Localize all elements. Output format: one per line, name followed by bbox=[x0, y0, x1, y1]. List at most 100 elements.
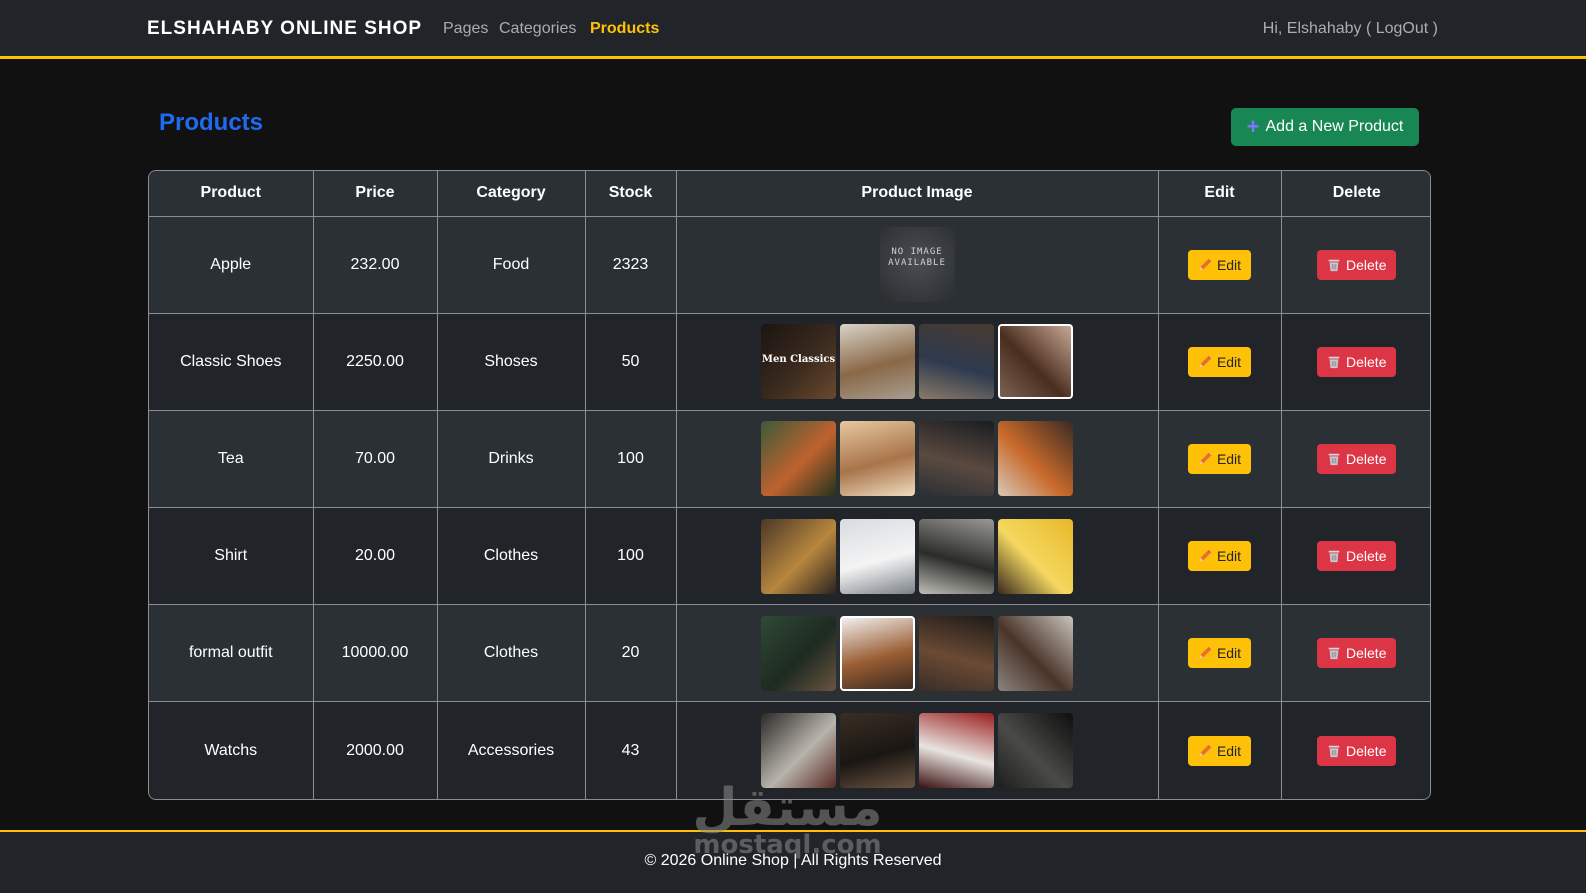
cell-delete: Delete bbox=[1280, 312, 1430, 411]
cell-stock: 100 bbox=[584, 409, 677, 508]
nav-link-categories[interactable]: Categories bbox=[499, 20, 576, 38]
cell-product: formal outfit bbox=[149, 604, 314, 703]
page-title: Products bbox=[159, 109, 264, 136]
cell-category: Clothes bbox=[436, 506, 586, 606]
delete-button[interactable]: Delete bbox=[1317, 541, 1397, 572]
edit-button[interactable]: Edit bbox=[1187, 346, 1252, 377]
cell-product: Classic Shoes bbox=[149, 312, 314, 411]
table-row: formal outfit 10000.00 Clothes 20 Edit Delete bbox=[149, 604, 1430, 703]
cell-category: Drinks bbox=[436, 409, 586, 508]
cell-product: Watchs bbox=[149, 701, 314, 799]
no-image-placeholder: NO IMAGE AVAILABLE bbox=[879, 227, 955, 303]
product-thumbnail-white-shirt[interactable] bbox=[840, 518, 915, 594]
cell-price: 70.00 bbox=[312, 409, 438, 508]
product-thumbnail-men-classics[interactable]: Men Classics bbox=[761, 324, 836, 400]
brand-logo[interactable]: ELSHAHABY ONLINE SHOP bbox=[147, 18, 422, 40]
product-thumbnail-tea-candles[interactable] bbox=[840, 421, 915, 497]
product-thumbnail-yellow-shirt[interactable] bbox=[998, 518, 1073, 594]
product-thumbnail-green-suit[interactable] bbox=[761, 615, 836, 691]
product-image-gallery bbox=[677, 421, 1158, 497]
cell-product-image bbox=[675, 506, 1159, 606]
trash-icon bbox=[1328, 453, 1340, 466]
edit-button[interactable]: Edit bbox=[1187, 735, 1252, 766]
header-product-image: Product Image bbox=[675, 171, 1159, 217]
delete-label: Delete bbox=[1346, 645, 1387, 662]
table-row: Watchs 2000.00 Accessories 43 Edit Delete bbox=[149, 701, 1430, 799]
product-thumbnail-silver-watch[interactable] bbox=[761, 713, 836, 789]
cell-product: Apple bbox=[149, 215, 314, 314]
edit-button[interactable]: Edit bbox=[1187, 443, 1252, 474]
cell-product: Tea bbox=[149, 409, 314, 508]
trash-icon bbox=[1328, 259, 1340, 271]
table-row: Classic Shoes 2250.00 Shoses 50 Men Classics… bbox=[149, 312, 1430, 411]
nav-link-pages[interactable]: Pages bbox=[443, 20, 488, 38]
add-product-button[interactable]: + Add a New Product bbox=[1231, 108, 1419, 146]
delete-button[interactable]: Delete bbox=[1317, 735, 1397, 766]
cell-stock: 50 bbox=[584, 312, 677, 411]
edit-label: Edit bbox=[1216, 548, 1242, 565]
nav-link-products[interactable]: Products bbox=[590, 20, 659, 38]
user-logout-link[interactable]: Hi, Elshahaby ( LogOut ) bbox=[1263, 20, 1438, 38]
product-thumbnail-pouring-tea[interactable] bbox=[998, 421, 1073, 497]
cell-delete: Delete bbox=[1280, 604, 1430, 703]
pencil-icon bbox=[1199, 452, 1212, 465]
product-thumbnail-brown-coat[interactable] bbox=[840, 615, 915, 691]
header-stock: Stock bbox=[584, 171, 677, 217]
cell-product-image bbox=[675, 701, 1159, 799]
trash-icon bbox=[1328, 550, 1340, 563]
delete-button[interactable]: Delete bbox=[1317, 346, 1397, 377]
product-thumbnail-walking-shoes[interactable] bbox=[919, 324, 994, 400]
cell-category: Shoses bbox=[436, 312, 586, 411]
product-thumbnail-loafer-dark[interactable] bbox=[998, 615, 1073, 691]
delete-label: Delete bbox=[1346, 256, 1387, 273]
pencil-icon bbox=[1199, 744, 1212, 756]
edit-button[interactable]: Edit bbox=[1187, 249, 1252, 280]
cell-price: 20.00 bbox=[312, 506, 438, 606]
cell-price: 232.00 bbox=[312, 215, 438, 314]
delete-button[interactable]: Delete bbox=[1317, 638, 1397, 669]
pencil-icon bbox=[1199, 258, 1212, 270]
product-thumbnail-black-watch-strap[interactable] bbox=[840, 713, 915, 789]
cell-stock: 20 bbox=[584, 604, 677, 703]
cell-category: Accessories bbox=[436, 701, 586, 799]
delete-button[interactable]: Delete bbox=[1317, 443, 1397, 474]
product-thumbnail-red-watch[interactable] bbox=[919, 713, 994, 789]
product-thumbnail-plaid-shirt[interactable] bbox=[761, 518, 836, 594]
edit-label: Edit bbox=[1216, 353, 1242, 370]
pencil-icon bbox=[1199, 549, 1212, 562]
product-thumbnail-dark-shirt[interactable] bbox=[919, 518, 994, 594]
edit-label: Edit bbox=[1216, 742, 1242, 759]
product-thumbnail-night-watch[interactable] bbox=[998, 713, 1073, 789]
product-thumbnail-tea-leaves[interactable] bbox=[761, 421, 836, 497]
cell-edit: Edit bbox=[1157, 506, 1282, 606]
plus-icon: + bbox=[1246, 114, 1260, 139]
cell-product-image bbox=[675, 409, 1159, 508]
cell-price: 2000.00 bbox=[312, 701, 438, 799]
thumbnail-caption: Men Classics bbox=[761, 354, 836, 366]
edit-label: Edit bbox=[1216, 450, 1242, 467]
product-thumbnail-watch-wrist[interactable] bbox=[919, 615, 994, 691]
cell-edit: Edit bbox=[1157, 604, 1282, 703]
no-image-line1: NO IMAGE bbox=[891, 246, 943, 257]
edit-button[interactable]: Edit bbox=[1187, 638, 1252, 669]
products-table: Product Price Category Stock Product Ima… bbox=[148, 170, 1431, 800]
table-header-row: Product Price Category Stock Product Ima… bbox=[149, 171, 1430, 217]
cell-edit: Edit bbox=[1157, 215, 1282, 314]
product-image-gallery: Men Classics bbox=[677, 324, 1158, 400]
no-image-line2: AVAILABLE bbox=[888, 257, 946, 268]
product-thumbnail-dark-tea-cups[interactable] bbox=[919, 421, 994, 497]
cell-delete: Delete bbox=[1280, 409, 1430, 508]
product-thumbnail-brown-oxford[interactable] bbox=[998, 324, 1073, 400]
header-price: Price bbox=[312, 171, 438, 217]
header-product: Product bbox=[149, 171, 314, 217]
trash-icon bbox=[1328, 356, 1340, 368]
cell-delete: Delete bbox=[1280, 701, 1430, 799]
header-delete: Delete bbox=[1280, 171, 1430, 217]
delete-button[interactable]: Delete bbox=[1317, 249, 1397, 280]
delete-label: Delete bbox=[1346, 353, 1387, 370]
product-thumbnail-loafer-shoe[interactable] bbox=[840, 324, 915, 400]
table-row: Shirt 20.00 Clothes 100 Edit Delete bbox=[149, 506, 1430, 606]
header-category: Category bbox=[436, 171, 586, 217]
edit-button[interactable]: Edit bbox=[1187, 541, 1252, 572]
cell-edit: Edit bbox=[1157, 701, 1282, 799]
